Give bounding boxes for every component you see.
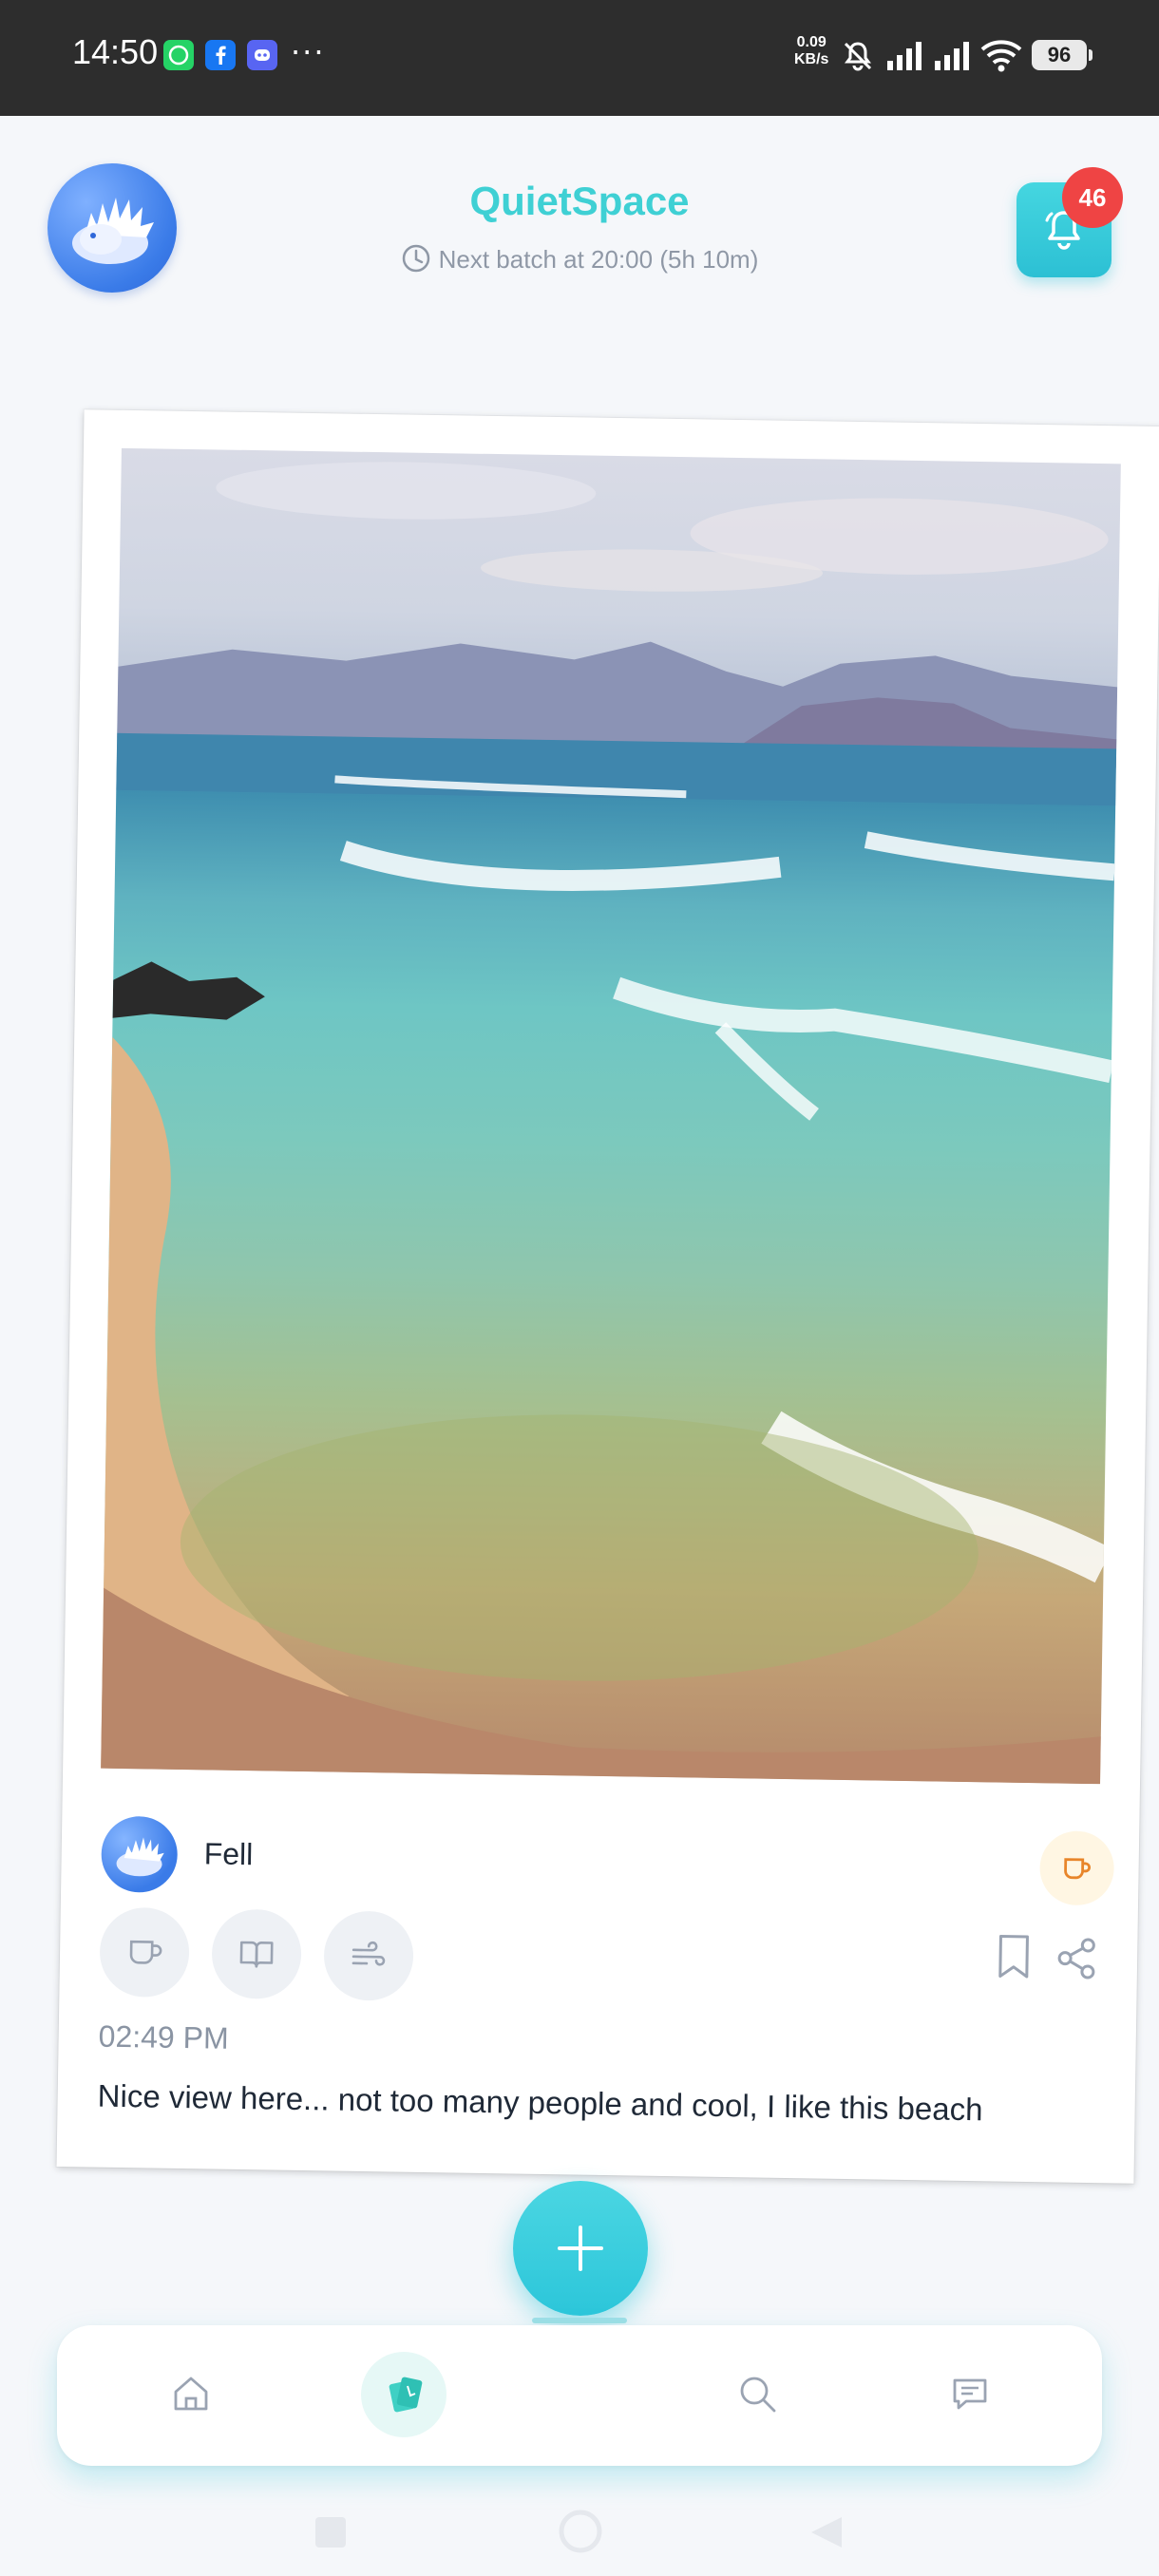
create-post-button[interactable]	[513, 2181, 648, 2316]
nav-home[interactable]	[139, 2325, 243, 2466]
bookmark-icon	[998, 1935, 1029, 1979]
notification-badge: 46	[1062, 167, 1123, 228]
post-photo[interactable]	[101, 447, 1121, 1785]
status-more: ···	[291, 34, 326, 70]
post-time: 02:49 PM	[98, 2018, 229, 2055]
beach-image	[101, 462, 1118, 1785]
network-speed: 0.09 KB/s	[794, 34, 828, 68]
wifi-icon	[980, 40, 1022, 72]
author-avatar[interactable]	[101, 1815, 179, 1893]
reaction-book-button[interactable]	[211, 1908, 302, 1999]
status-bar: 14:50 ··· 0.09 KB/s 96	[0, 0, 1159, 116]
plus-icon	[558, 2226, 603, 2271]
discord-icon	[247, 40, 277, 70]
nav-cards[interactable]	[361, 2352, 446, 2437]
post-card[interactable]: Fell 02:49 PM Nice view here... not too …	[56, 409, 1159, 2184]
signal-icon-2	[935, 42, 969, 70]
reaction-coffee-button[interactable]	[99, 1906, 190, 1998]
chat-icon	[953, 2378, 987, 2410]
nav-search[interactable]	[705, 2325, 809, 2466]
bookmark-button[interactable]	[995, 1932, 1034, 1984]
post-caption: Nice view here... not too many people an…	[97, 2077, 983, 2128]
fab-indicator	[532, 2318, 627, 2323]
recent-apps-icon[interactable]	[312, 2513, 350, 2551]
cards-icon	[389, 2377, 423, 2413]
author-name[interactable]: Fell	[203, 1836, 253, 1872]
app-title: QuietSpace	[469, 179, 690, 223]
next-batch-text: Next batch at 20:00 (5h 10m)	[438, 245, 759, 274]
battery-indicator: 96	[1032, 40, 1092, 70]
coffee-icon	[129, 1940, 162, 1964]
status-time: 14:50	[72, 32, 159, 71]
network-speed-value: 0.09	[796, 34, 826, 50]
clock-icon	[402, 244, 429, 273]
mood-badge	[1039, 1830, 1115, 1906]
nav-messages[interactable]	[918, 2325, 1022, 2466]
signal-icon-1	[887, 42, 922, 70]
bottom-navigation	[57, 2325, 1102, 2466]
back-icon[interactable]	[808, 2513, 846, 2551]
home-system-icon[interactable]	[557, 2508, 604, 2555]
coffee-icon	[1064, 1858, 1091, 1880]
mute-icon	[844, 42, 872, 71]
hedgehog-icon	[116, 1837, 164, 1877]
share-button[interactable]	[1054, 1935, 1100, 1985]
reaction-wind-button[interactable]	[323, 1910, 414, 2001]
share-icon	[1057, 1938, 1095, 1979]
wind-icon	[352, 1941, 386, 1966]
book-icon	[239, 1941, 274, 1968]
next-batch-info: Next batch at 20:00 (5h 10m)	[0, 243, 1159, 275]
home-icon	[174, 2377, 208, 2411]
system-navigation	[0, 2479, 1159, 2574]
whatsapp-icon	[163, 40, 194, 70]
search-icon	[740, 2377, 776, 2413]
network-speed-unit: KB/s	[794, 51, 829, 67]
facebook-icon	[205, 40, 236, 70]
